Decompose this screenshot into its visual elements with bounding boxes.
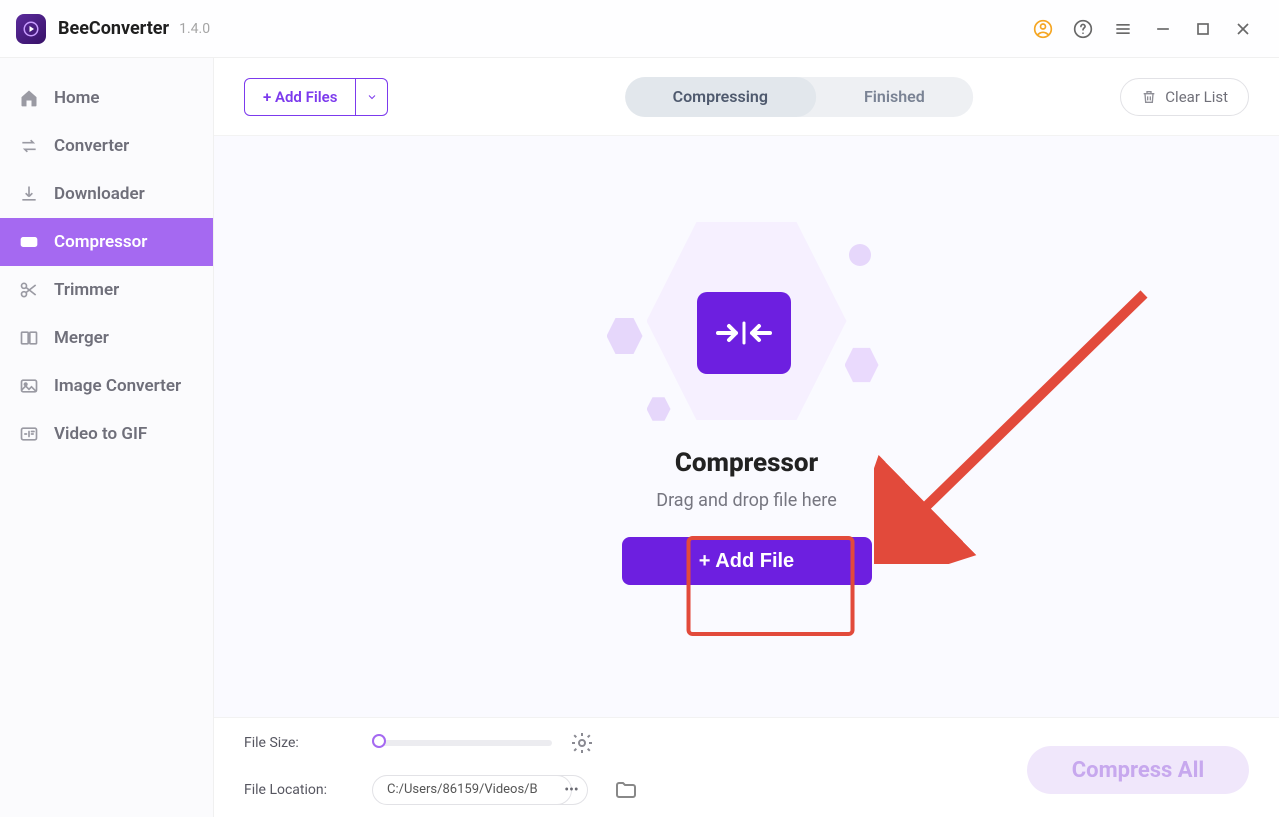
tab-compressing[interactable]: Compressing (625, 77, 816, 117)
tab-finished[interactable]: Finished (816, 77, 973, 117)
merger-icon (18, 327, 40, 349)
sidebar-item-compressor[interactable]: Compressor (0, 218, 213, 266)
sidebar-item-label: Compressor (54, 232, 147, 252)
scissors-icon (18, 279, 40, 301)
maximize-button[interactable] (1183, 9, 1223, 49)
home-icon (18, 87, 40, 109)
compressor-icon (18, 231, 40, 253)
app-logo (16, 14, 46, 44)
minimize-button[interactable] (1143, 9, 1183, 49)
sidebar-item-merger[interactable]: Merger (0, 314, 213, 362)
toolbar: + Add Files Compressing Finished Clear L… (214, 58, 1279, 136)
app-title: BeeConverter (58, 18, 169, 39)
clear-list-label: Clear List (1165, 88, 1228, 106)
sidebar-item-label: Merger (54, 328, 109, 348)
add-files-dropdown[interactable] (356, 78, 388, 116)
sidebar-item-label: Trimmer (54, 280, 119, 300)
add-files-button[interactable]: + Add Files (244, 78, 356, 116)
settings-icon[interactable] (570, 731, 594, 755)
sidebar-item-label: Converter (54, 136, 129, 156)
file-location-input[interactable]: C:/Users/86159/Videos/B (372, 775, 572, 805)
download-icon (18, 183, 40, 205)
add-file-big-button[interactable]: + Add File (622, 537, 872, 585)
compress-arrows-icon (712, 313, 776, 353)
account-icon[interactable] (1023, 9, 1063, 49)
status-tabs: Compressing Finished (625, 77, 973, 117)
help-icon[interactable] (1063, 9, 1103, 49)
file-size-slider[interactable] (372, 740, 552, 746)
clear-list-button[interactable]: Clear List (1120, 78, 1249, 116)
sidebar-item-label: Image Converter (54, 376, 181, 396)
close-button[interactable] (1223, 9, 1263, 49)
sidebar-item-trimmer[interactable]: Trimmer (0, 266, 213, 314)
sidebar-item-image-converter[interactable]: Image Converter (0, 362, 213, 410)
image-icon (18, 375, 40, 397)
open-folder-icon[interactable] (614, 778, 638, 802)
sidebar-item-video-to-gif[interactable]: Video to GIF (0, 410, 213, 458)
app-version: 1.4.0 (179, 21, 210, 37)
titlebar: BeeConverter 1.4.0 (0, 0, 1279, 58)
drop-hint: Drag and drop file here (656, 490, 836, 511)
sidebar-item-label: Downloader (54, 184, 145, 204)
sidebar-item-label: Home (54, 88, 100, 108)
compressor-illustration (617, 216, 877, 426)
slider-thumb[interactable] (372, 734, 386, 748)
menu-icon[interactable] (1103, 9, 1143, 49)
compress-all-button[interactable]: Compress All (1027, 746, 1249, 794)
footer: File Size: File Location: C:/Users/86159… (214, 717, 1279, 817)
gif-icon (18, 423, 40, 445)
page-title: Compressor (675, 448, 818, 478)
sidebar-item-home[interactable]: Home (0, 74, 213, 122)
file-location-label: File Location: (244, 782, 354, 798)
content-area: Compressor Drag and drop file here + Add… (214, 136, 1279, 717)
converter-icon (18, 135, 40, 157)
annotation-arrow (874, 284, 1164, 564)
browse-more-button[interactable]: ••• (556, 775, 588, 805)
sidebar-item-converter[interactable]: Converter (0, 122, 213, 170)
trash-icon (1141, 89, 1157, 105)
sidebar-item-downloader[interactable]: Downloader (0, 170, 213, 218)
sidebar-item-label: Video to GIF (54, 424, 147, 444)
sidebar: Home Converter Downloader Compressor Tri… (0, 58, 214, 817)
file-size-label: File Size: (244, 735, 354, 751)
